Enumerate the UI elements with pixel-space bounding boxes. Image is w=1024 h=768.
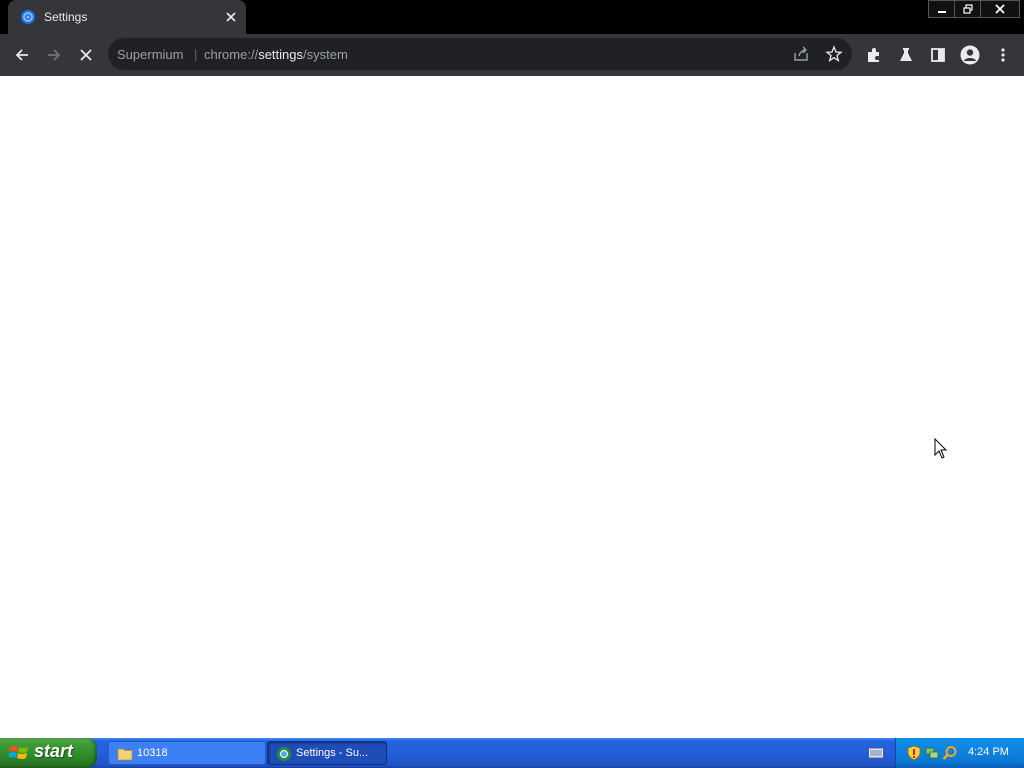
system-tray: 4:24 PM: [895, 738, 1024, 768]
clock: 4:24 PM: [968, 746, 1009, 758]
network-icon[interactable]: [924, 745, 940, 761]
folder-icon: [117, 748, 133, 761]
share-icon[interactable]: [792, 45, 810, 63]
url-host: settings: [258, 47, 303, 62]
windows-logo-icon: [9, 746, 28, 759]
omnibox-separator: |: [194, 47, 198, 62]
taskbar-item-label: 10318: [137, 747, 168, 759]
browser-toolbar: Supermium | chrome://settings/system: [0, 34, 1024, 76]
taskbar-item-label: Settings - Su...: [296, 747, 369, 759]
browser-icon: [277, 747, 291, 761]
side-panel-icon: [931, 48, 945, 62]
address-bar[interactable]: Supermium | chrome://settings/system: [108, 38, 852, 70]
profile-icon: [960, 45, 980, 65]
security-shield-icon[interactable]: [906, 745, 922, 761]
browser-window: Settings Supermium | chrome://settings/s…: [0, 0, 1024, 738]
url-path: /system: [303, 47, 348, 62]
taskbar-item-folder[interactable]: 10318: [108, 741, 266, 765]
labs-button[interactable]: [891, 40, 921, 70]
close-icon[interactable]: [222, 8, 240, 26]
mouse-cursor-icon: [934, 438, 948, 459]
profile-button[interactable]: [955, 40, 985, 70]
omnibox-origin-chip: Supermium: [117, 47, 184, 62]
tab-settings[interactable]: Settings: [8, 0, 246, 34]
browser-menu-button[interactable]: [988, 40, 1018, 70]
extensions-button[interactable]: [859, 40, 889, 70]
stop-x-icon: [80, 49, 92, 61]
close-icon: [995, 4, 1005, 14]
url-scheme: chrome://: [204, 47, 259, 62]
forward-button[interactable]: [39, 40, 69, 70]
side-panel-button[interactable]: [923, 40, 953, 70]
page-content: [0, 76, 1024, 738]
arrow-right-icon: [48, 49, 61, 61]
back-button[interactable]: [7, 40, 37, 70]
tab-title: Settings: [44, 10, 88, 24]
taskbar: start 10318 Settings - Su... 4:24 PM: [0, 738, 1024, 768]
arrow-left-icon: [15, 49, 28, 61]
taskbar-item-browser[interactable]: Settings - Su...: [267, 741, 387, 765]
restore-icon: [963, 4, 973, 14]
search-icon[interactable]: [942, 745, 958, 761]
flask-icon: [900, 48, 912, 61]
start-label: start: [34, 741, 74, 761]
star-icon[interactable]: [825, 45, 843, 63]
restore-button[interactable]: [954, 0, 982, 18]
start-button[interactable]: start: [0, 738, 97, 768]
settings-gear-icon: [21, 10, 35, 24]
keyboard-icon[interactable]: [868, 746, 884, 760]
menu-icon: [1001, 48, 1005, 62]
minimize-button[interactable]: [928, 0, 956, 18]
stop-button[interactable]: [71, 40, 101, 70]
tab-strip: Settings: [0, 0, 1024, 34]
puzzle-icon: [868, 48, 879, 62]
omnibox-url: chrome://settings/system: [204, 47, 348, 62]
window-close-button[interactable]: [980, 0, 1020, 18]
minimize-icon: [938, 11, 946, 13]
